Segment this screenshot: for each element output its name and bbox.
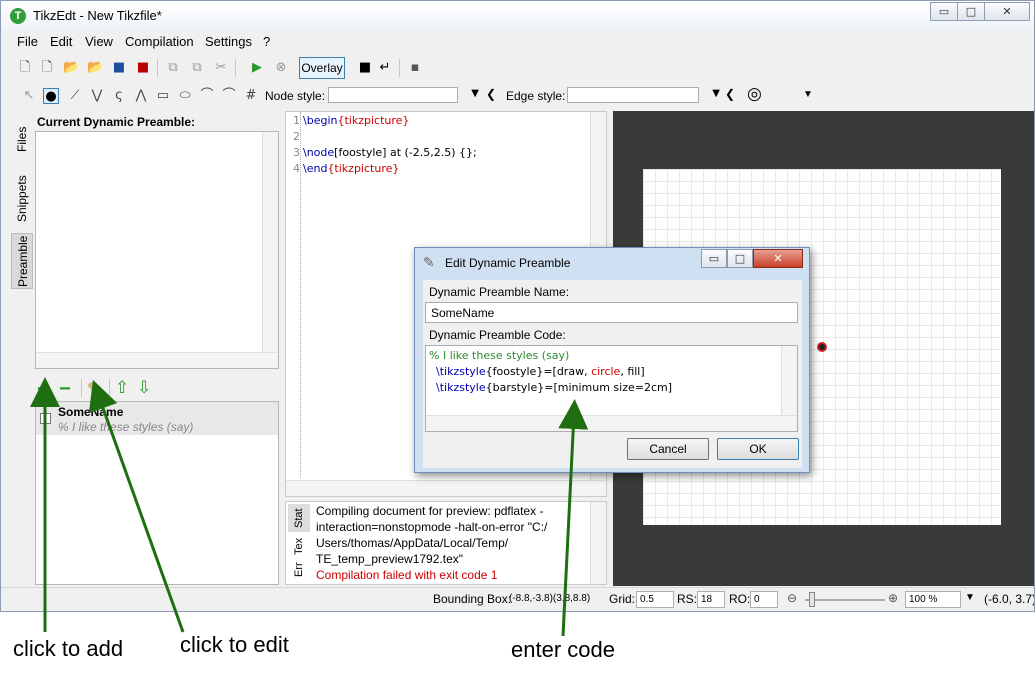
annotation-add: click to add <box>13 636 124 661</box>
annotation-code: enter code <box>511 637 615 662</box>
arrow-edit <box>88 379 185 633</box>
annotation-edit: click to edit <box>180 632 289 657</box>
arrow-code <box>558 399 589 637</box>
annotation-arrows <box>30 377 589 637</box>
